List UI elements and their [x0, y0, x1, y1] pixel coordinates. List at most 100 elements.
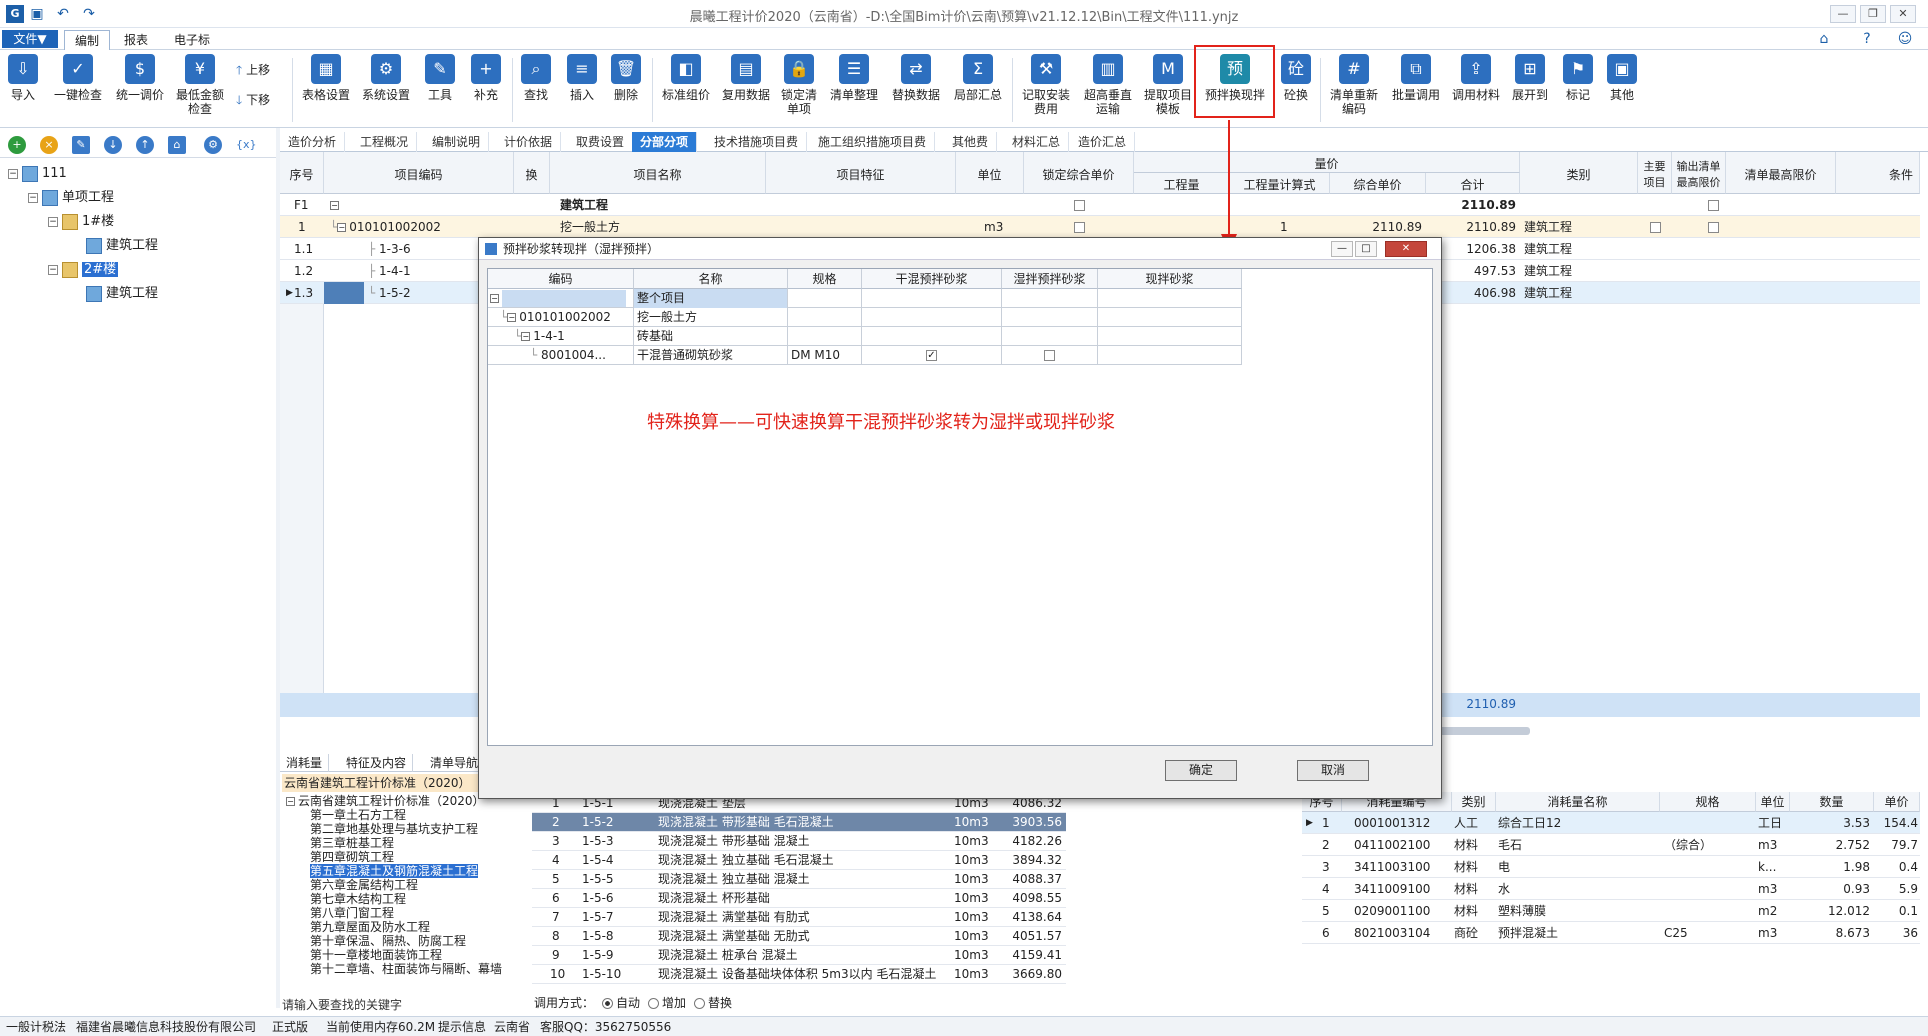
wet-mix-checkbox[interactable]: [1044, 350, 1055, 361]
move-up-icon[interactable]: ↑: [136, 136, 154, 154]
variable-icon[interactable]: {x}: [236, 136, 257, 154]
tab-e-bid[interactable]: 电子标: [164, 30, 220, 50]
list-item[interactable]: 2 1-5-2 现浇混凝土 带形基础 毛石混凝土 10m3 3903.56: [532, 813, 1066, 832]
tab-org-measures[interactable]: 施工组织措施项目费: [810, 132, 936, 152]
remove-icon[interactable]: ×: [40, 136, 58, 154]
table-row[interactable]: 6 8021003104 商砼 预拌混凝土 C25 m3 8.673 36: [1302, 922, 1920, 944]
help-icon[interactable]: ?: [1858, 30, 1876, 48]
min-amount-check-button[interactable]: ¥ 最低金额 检查: [172, 54, 228, 116]
list-item[interactable]: 6 1-5-6 现浇混凝土 杯形基础 10m3 4098.55: [532, 889, 1066, 908]
tab-list-nav[interactable]: 清单导航: [424, 754, 486, 772]
std-chapter-10[interactable]: 第十章保温、隔热、防腐工程: [310, 934, 466, 948]
ok-button[interactable]: 确定: [1165, 760, 1237, 781]
tab-sub-items[interactable]: 分部分项: [632, 132, 698, 152]
dialog-minimize-button[interactable]: —: [1331, 241, 1353, 257]
dialog-row[interactable]: └− 1-4-1 砖基础: [488, 327, 1242, 346]
dialog-maximize-button[interactable]: □: [1355, 241, 1377, 257]
table-row[interactable]: ▶ 1 0001001312 人工 综合工日12 工日 3.53 154.4: [1302, 812, 1920, 834]
tab-fee-settings[interactable]: 取费设置: [568, 132, 634, 152]
delete-button[interactable]: 🗑 删除: [606, 54, 646, 102]
minimize-button[interactable]: —: [1830, 5, 1856, 23]
tab-overview[interactable]: 工程概况: [352, 132, 418, 152]
tree-node-root[interactable]: −111: [8, 164, 67, 184]
home-tree-icon[interactable]: ⌂: [168, 136, 186, 154]
std-chapter-3[interactable]: 第三章桩基工程: [310, 836, 394, 850]
user-icon[interactable]: ☺: [1896, 30, 1914, 48]
concrete-swap-button[interactable]: 砼砼换: [1280, 54, 1312, 102]
std-chapter-9[interactable]: 第九章屋面及防水工程: [310, 920, 430, 934]
std-chapter-1[interactable]: 第一章土石方工程: [310, 808, 406, 822]
vertical-transport-button[interactable]: ▥ 超高垂直 运输: [1080, 54, 1136, 116]
extract-template-button[interactable]: M 提取项目 模板: [1140, 54, 1196, 116]
standard-pricing-button[interactable]: ◧ 标准组价: [658, 54, 714, 102]
tab-report[interactable]: 报表: [114, 30, 158, 50]
dry-mix-checkbox[interactable]: ✓: [926, 350, 937, 361]
tab-pricing-basis[interactable]: 计价依据: [496, 132, 562, 152]
table-row[interactable]: F1 − 建筑工程 2110.89: [280, 194, 1920, 216]
table-settings-button[interactable]: ▦ 表格设置: [298, 54, 354, 102]
tree-node-single-project[interactable]: − 单项工程: [28, 188, 114, 208]
output-checkbox[interactable]: [1708, 200, 1719, 211]
dialog-row[interactable]: − 整个项目: [488, 289, 1242, 308]
table-row[interactable]: 4 3411009100 材料水 m3 0.93 5.9: [1302, 878, 1920, 900]
system-settings-button[interactable]: ⚙ 系统设置: [358, 54, 414, 102]
table-row[interactable]: 5 0209001100 材料 塑料薄膜 m2 12.012 0.1: [1302, 900, 1920, 922]
std-chapter-2[interactable]: 第二章地基处理与基坑支护工程: [310, 822, 478, 836]
restore-button[interactable]: ❐: [1860, 5, 1886, 23]
one-click-check-button[interactable]: ✓ 一键检查: [50, 54, 106, 102]
tab-feature-content[interactable]: 特征及内容: [340, 754, 414, 772]
tree-node-building-2[interactable]: −2#楼: [48, 260, 119, 280]
table-row[interactable]: 1 └− 010101002002 挖一般土方 m3 1 2110.89 2110…: [280, 216, 1920, 238]
list-item[interactable]: 7 1-5-7 现浇混凝土 满堂基础 有肋式 10m3 4138.64: [532, 908, 1066, 927]
home-icon[interactable]: ⌂: [1815, 30, 1833, 48]
call-material-button[interactable]: ⇪ 调用材料: [1448, 54, 1504, 102]
list-item[interactable]: 9 1-5-9 现浇混凝土 桩承台 混凝土 10m3 4159.41: [532, 946, 1066, 965]
tab-cost-analysis[interactable]: 造价分析: [280, 132, 346, 152]
list-item[interactable]: 5 1-5-5 现浇混凝土 独立基础 混凝土 10m3 4088.37: [532, 870, 1066, 889]
radio-add[interactable]: [648, 998, 660, 1009]
close-button[interactable]: ✕: [1890, 5, 1916, 23]
tab-consumption[interactable]: 消耗量: [280, 754, 330, 772]
list-item[interactable]: 3 1-5-3 现浇混凝土 带形基础 混凝土 10m3 4182.26: [532, 832, 1066, 851]
list-item[interactable]: 4 1-5-4 现浇混凝土 独立基础 毛石混凝土 10m3 3894.32: [532, 851, 1066, 870]
std-chapter-7[interactable]: 第七章木结构工程: [310, 892, 406, 906]
add-icon[interactable]: +: [8, 136, 26, 154]
std-root[interactable]: − 云南省建筑工程计价标准（2020）: [286, 794, 485, 808]
move-up-button[interactable]: 🡑 上移: [236, 60, 270, 80]
output-checkbox[interactable]: [1708, 222, 1719, 233]
dialog-close-button[interactable]: ✕: [1385, 241, 1427, 257]
std-chapter-12[interactable]: 第十二章墙、柱面装饰与隔断、幕墙: [310, 962, 502, 976]
radio-auto[interactable]: [602, 998, 614, 1009]
other-button[interactable]: ▣ 其他: [1604, 54, 1640, 102]
std-chapter-5[interactable]: 第五章混凝土及钢筋混凝土工程: [310, 864, 479, 878]
lock-list-button[interactable]: 🔒 锁定清 单项: [776, 54, 822, 116]
table-row[interactable]: 2 0411002100 材料 毛石 （综合） m3 2.752 79.7: [1302, 834, 1920, 856]
settings-icon[interactable]: ⚙: [204, 136, 222, 154]
tools-button[interactable]: ✎ 工具: [420, 54, 460, 102]
tab-cost-summary[interactable]: 造价汇总: [1070, 132, 1136, 152]
lock-checkbox[interactable]: [1074, 200, 1085, 211]
lock-checkbox[interactable]: [1074, 222, 1085, 233]
supplement-button[interactable]: + 补充: [466, 54, 506, 102]
replace-data-button[interactable]: ⇄ 替换数据: [888, 54, 944, 102]
mark-button[interactable]: ⚑ 标记: [1560, 54, 1596, 102]
tab-tech-measures[interactable]: 技术措施项目费: [706, 132, 808, 152]
std-chapter-8[interactable]: 第八章门窗工程: [310, 906, 394, 920]
tab-compile-notes[interactable]: 编制说明: [424, 132, 490, 152]
find-button[interactable]: ⌕ 查找: [516, 54, 556, 102]
list-item[interactable]: 8 1-5-8 现浇混凝土 满堂基础 无肋式 10m3 4051.57: [532, 927, 1066, 946]
expand-to-button[interactable]: ⊞ 展开到: [1508, 54, 1552, 102]
tree-node-building-1[interactable]: −1#楼: [48, 212, 114, 232]
install-fee-button[interactable]: ⚒ 记取安装 费用: [1018, 54, 1074, 116]
reuse-data-button[interactable]: ▤ 复用数据: [718, 54, 774, 102]
unified-price-button[interactable]: $ 统一调价: [112, 54, 168, 102]
file-menu[interactable]: 文件▼: [2, 30, 58, 48]
std-chapter-11[interactable]: 第十一章楼地面装饰工程: [310, 948, 442, 962]
batch-call-button[interactable]: ⧉ 批量调用: [1388, 54, 1444, 102]
move-down-button[interactable]: 🡓 下移: [236, 90, 270, 110]
insert-button[interactable]: ≡ 插入: [562, 54, 602, 102]
tab-edit[interactable]: 编制: [64, 30, 111, 50]
tab-other-fees[interactable]: 其他费: [944, 132, 998, 152]
dialog-row[interactable]: └ 8001004... 干混普通砌筑砂浆 DM M10 ✓: [488, 346, 1242, 365]
std-chapter-6[interactable]: 第六章金属结构工程: [310, 878, 418, 892]
